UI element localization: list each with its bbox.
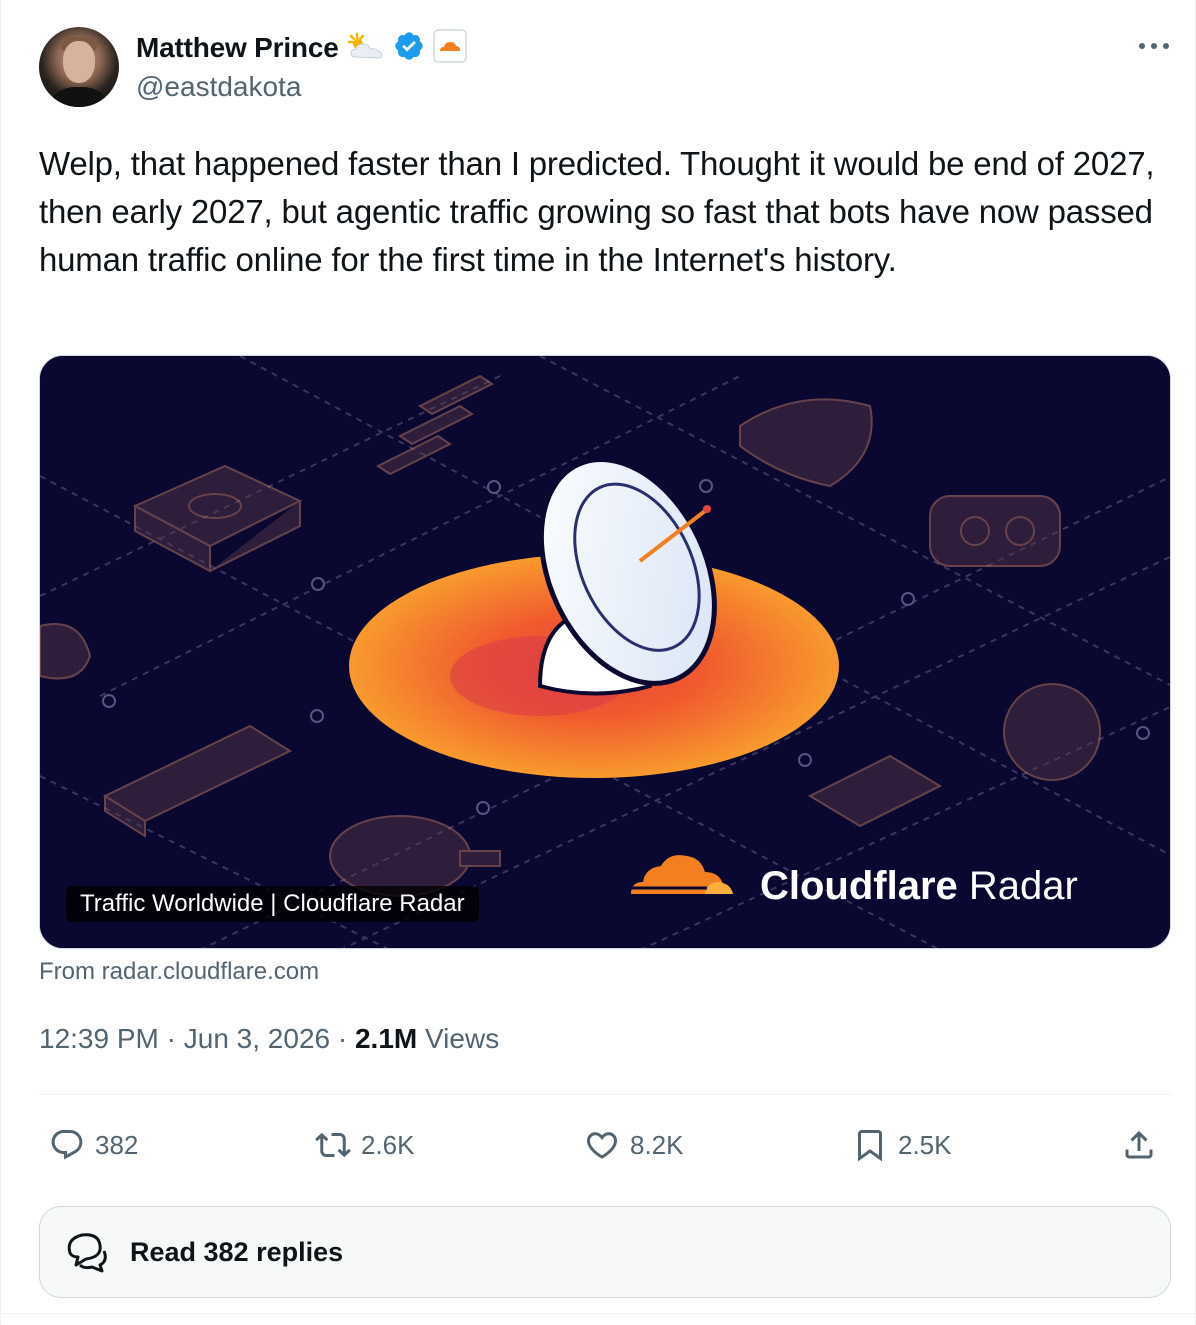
share-button[interactable]	[1121, 1120, 1157, 1170]
avatar[interactable]	[39, 27, 119, 107]
read-replies-label: Read 382 replies	[130, 1236, 344, 1267]
verified-badge-icon[interactable]	[393, 30, 425, 67]
tweet-text: Welp, that happened faster than I predic…	[39, 145, 1155, 278]
reply-button[interactable]: 382	[49, 1120, 138, 1170]
tweet-date[interactable]: Jun 3, 2026	[184, 1023, 330, 1054]
reply-icon	[51, 1130, 83, 1160]
more-options-icon[interactable]	[1137, 36, 1171, 56]
like-button[interactable]: 8.2K	[584, 1120, 684, 1170]
brand-bold: Cloudflare	[760, 864, 958, 908]
views-count: 2.1M	[354, 1023, 418, 1054]
brand-light: Radar	[968, 864, 1078, 908]
card-source[interactable]: From radar.cloudflare.com	[39, 958, 319, 986]
avatar-face	[63, 41, 95, 83]
divider	[1, 1313, 1195, 1314]
read-replies-button[interactable]: Read 382 replies	[39, 1206, 1171, 1298]
meta-separator: ·	[166, 1023, 176, 1054]
cloudflare-cloud-icon	[627, 850, 737, 905]
bookmark-button[interactable]: 2.5K	[852, 1120, 952, 1170]
action-bar: 382 2.6K 8.2K 2.5K	[1, 1120, 1196, 1170]
repost-icon	[315, 1132, 351, 1158]
conversation-icon	[67, 1233, 107, 1273]
cloudflare-radar-wordmark: Cloudflare Radar	[760, 860, 1078, 912]
reply-count: 382	[95, 1129, 139, 1160]
meta-separator: ·	[337, 1023, 348, 1054]
link-card[interactable]: Traffic Worldwide | Cloudflare Radar Clo…	[39, 355, 1171, 949]
divider	[39, 1094, 1171, 1095]
bookmark-count: 2.5K	[898, 1129, 952, 1160]
heart-icon	[586, 1132, 618, 1159]
repost-button[interactable]: 2.6K	[315, 1120, 415, 1170]
share-icon	[1125, 1130, 1153, 1159]
bookmark-icon	[858, 1130, 882, 1162]
tweet-meta: 12:39 PM · Jun 3, 2026 · 2.1M Views	[39, 1023, 499, 1055]
avatar-shirt	[45, 87, 113, 107]
sun-behind-cloud-icon	[347, 31, 385, 66]
repost-count: 2.6K	[361, 1129, 415, 1160]
cloudflare-affiliate-icon[interactable]	[432, 28, 467, 68]
author-handle[interactable]: @eastdakota	[136, 71, 301, 103]
author-name[interactable]: Matthew Prince	[136, 32, 339, 64]
tweet-time[interactable]: 12:39 PM	[39, 1023, 159, 1054]
like-count: 8.2K	[630, 1129, 684, 1160]
author-name-row: Matthew Prince	[136, 28, 467, 68]
tweet-container: Matthew Prince @eastdakota Welp, that ha…	[0, 0, 1196, 1325]
card-caption: Traffic Worldwide | Cloudflare Radar	[66, 886, 479, 922]
views-label: Views	[425, 1023, 500, 1054]
